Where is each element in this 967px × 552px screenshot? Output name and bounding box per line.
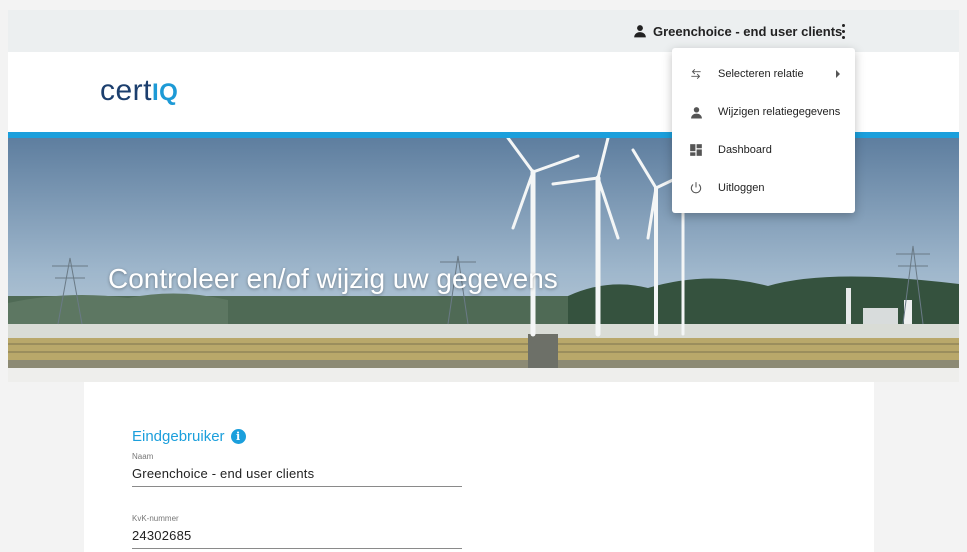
info-icon[interactable]: i	[230, 429, 246, 444]
swap-horiz-icon	[688, 66, 704, 82]
menu-item-dashboard[interactable]: Dashboard	[672, 132, 855, 168]
kvk-value[interactable]: 24302685	[132, 528, 462, 549]
name-field[interactable]: Naam Greenchoice - end user clients	[132, 452, 462, 487]
section-title: Eindgebruiker	[132, 428, 225, 445]
person-icon	[688, 104, 704, 120]
menu-item-label: Wijzigen relatiegegevens	[718, 106, 841, 118]
top-bar: Greenchoice - end user clients	[8, 10, 959, 52]
content-card: Eindgebruiker i Naam Greenchoice - end u…	[84, 382, 874, 552]
dashboard-icon	[688, 142, 704, 158]
kvk-label: KvK-nummer	[132, 514, 179, 523]
certiq-logo[interactable]: certIQ	[100, 74, 178, 108]
power-icon	[688, 180, 704, 196]
section-header: Eindgebruiker i	[132, 428, 246, 445]
user-dropdown-menu: Selecteren relatie Wijzigen relatiegegev…	[672, 48, 855, 213]
more-vert-icon[interactable]	[834, 22, 852, 40]
menu-item-label: Uitloggen	[718, 182, 765, 194]
menu-item-edit-relation[interactable]: Wijzigen relatiegegevens	[672, 94, 855, 130]
chevron-right-icon	[836, 70, 840, 78]
user-name: Greenchoice - end user clients	[653, 23, 843, 39]
menu-item-logout[interactable]: Uitloggen	[672, 170, 855, 206]
name-label: Naam	[132, 452, 154, 461]
menu-item-label: Dashboard	[718, 144, 772, 156]
user-account-button[interactable]: Greenchoice - end user clients	[633, 10, 842, 52]
menu-item-select-relation[interactable]: Selecteren relatie	[672, 56, 855, 92]
name-value[interactable]: Greenchoice - end user clients	[132, 466, 462, 487]
person-icon	[634, 25, 646, 38]
hero-title: Controleer en/of wijzig uw gegevens	[108, 263, 558, 294]
menu-item-label: Selecteren relatie	[718, 68, 804, 80]
kvk-field[interactable]: KvK-nummer 24302685	[132, 514, 462, 549]
